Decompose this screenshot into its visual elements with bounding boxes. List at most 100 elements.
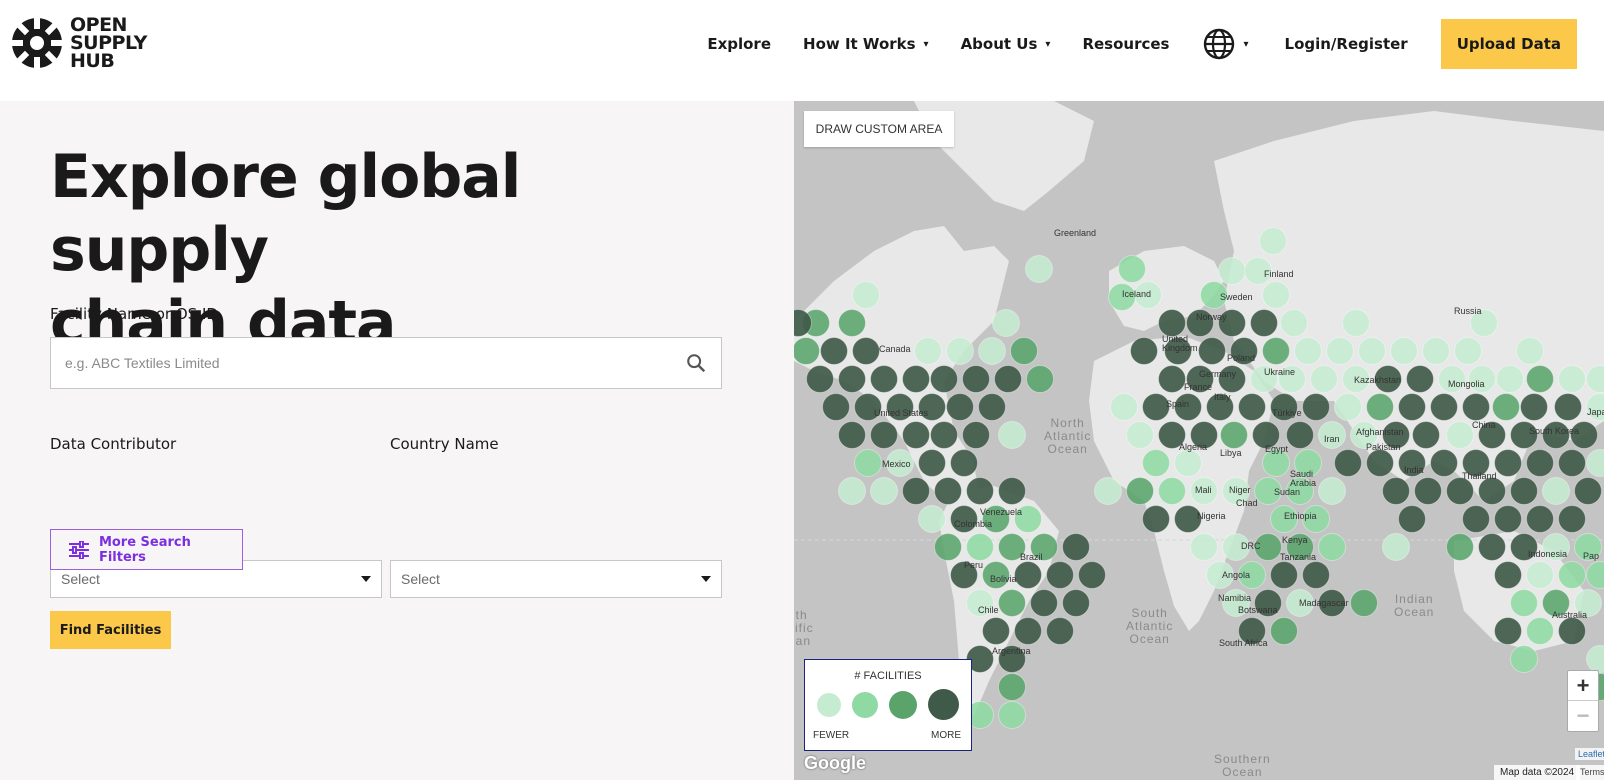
- facility-cluster[interactable]: [1262, 281, 1290, 309]
- facility-cluster[interactable]: [998, 701, 1026, 729]
- facility-cluster[interactable]: [1334, 393, 1362, 421]
- facility-cluster[interactable]: [930, 365, 958, 393]
- facility-cluster[interactable]: [1462, 393, 1490, 421]
- facility-cluster[interactable]: [902, 421, 930, 449]
- facility-cluster[interactable]: [1130, 337, 1158, 365]
- facility-cluster[interactable]: [1586, 645, 1604, 673]
- facility-cluster[interactable]: [1494, 449, 1522, 477]
- leaflet-attribution-link[interactable]: Leaflet: [1575, 748, 1604, 760]
- facility-cluster[interactable]: [1558, 505, 1586, 533]
- facility-cluster[interactable]: [1259, 227, 1287, 255]
- more-search-filters-button[interactable]: More Search Filters: [50, 529, 243, 570]
- facility-cluster[interactable]: [998, 589, 1026, 617]
- facility-cluster[interactable]: [1520, 393, 1548, 421]
- facility-cluster[interactable]: [1454, 337, 1482, 365]
- nav-explore[interactable]: Explore: [707, 35, 771, 53]
- facility-cluster[interactable]: [978, 337, 1006, 365]
- facility-cluster[interactable]: [1494, 561, 1522, 589]
- facility-cluster[interactable]: [1492, 393, 1520, 421]
- facility-cluster[interactable]: [1586, 365, 1604, 393]
- facility-cluster[interactable]: [946, 337, 974, 365]
- facility-cluster[interactable]: [992, 309, 1020, 337]
- facility-cluster[interactable]: [1446, 533, 1474, 561]
- facility-cluster[interactable]: [1430, 393, 1458, 421]
- facility-cluster[interactable]: [852, 337, 880, 365]
- facility-cluster[interactable]: [998, 673, 1026, 701]
- facility-cluster[interactable]: [1250, 309, 1278, 337]
- facility-cluster[interactable]: [794, 337, 820, 365]
- facility-cluster[interactable]: [1158, 309, 1186, 337]
- facility-cluster[interactable]: [1542, 477, 1570, 505]
- facility-cluster[interactable]: [838, 421, 866, 449]
- facility-cluster[interactable]: [1218, 257, 1246, 285]
- facility-cluster[interactable]: [806, 365, 834, 393]
- facility-cluster[interactable]: [1158, 365, 1186, 393]
- facility-cluster[interactable]: [1280, 309, 1308, 337]
- facility-cluster[interactable]: [1142, 505, 1170, 533]
- nav-about-us[interactable]: About Us ▾: [961, 35, 1051, 53]
- facility-cluster[interactable]: [918, 505, 946, 533]
- facility-cluster[interactable]: [1030, 589, 1058, 617]
- facility-cluster[interactable]: [1342, 309, 1370, 337]
- facility-cluster[interactable]: [1430, 449, 1458, 477]
- facility-cluster[interactable]: [1478, 533, 1506, 561]
- facility-cluster[interactable]: [1198, 337, 1226, 365]
- facility-cluster[interactable]: [1494, 505, 1522, 533]
- facility-cluster[interactable]: [998, 421, 1026, 449]
- facility-cluster[interactable]: [1494, 617, 1522, 645]
- facility-cluster[interactable]: [1350, 589, 1378, 617]
- nav-login-register[interactable]: Login/Register: [1285, 35, 1408, 53]
- facility-map[interactable]: Greenland Russia Canada United States Me…: [794, 101, 1604, 780]
- facility-cluster[interactable]: [1510, 589, 1538, 617]
- facility-cluster[interactable]: [1046, 617, 1074, 645]
- facility-cluster[interactable]: [1026, 365, 1054, 393]
- facility-cluster[interactable]: [852, 281, 880, 309]
- facility-cluster[interactable]: [1046, 561, 1074, 589]
- facility-cluster[interactable]: [1398, 505, 1426, 533]
- facility-cluster[interactable]: [966, 477, 994, 505]
- facility-cluster[interactable]: [1220, 421, 1248, 449]
- facility-cluster[interactable]: [982, 617, 1010, 645]
- facility-cluster[interactable]: [1526, 449, 1554, 477]
- facility-cluster[interactable]: [1382, 477, 1410, 505]
- upload-data-button[interactable]: Upload Data: [1440, 19, 1577, 69]
- facility-cluster[interactable]: [1422, 337, 1450, 365]
- facility-cluster[interactable]: [838, 309, 866, 337]
- facility-cluster[interactable]: [1526, 365, 1554, 393]
- facility-cluster[interactable]: [1366, 449, 1394, 477]
- facility-cluster[interactable]: [1025, 255, 1053, 283]
- facility-cluster[interactable]: [1390, 337, 1418, 365]
- facility-cluster[interactable]: [1126, 421, 1154, 449]
- facility-cluster[interactable]: [930, 421, 958, 449]
- facility-cluster[interactable]: [962, 421, 990, 449]
- facility-cluster[interactable]: [914, 337, 942, 365]
- facility-cluster[interactable]: [950, 449, 978, 477]
- facility-cluster[interactable]: [1062, 589, 1090, 617]
- facility-cluster[interactable]: [902, 365, 930, 393]
- facility-cluster[interactable]: [1526, 505, 1554, 533]
- facility-cluster[interactable]: [966, 533, 994, 561]
- nav-resources[interactable]: Resources: [1082, 35, 1169, 53]
- facility-cluster[interactable]: [1526, 617, 1554, 645]
- facility-cluster[interactable]: [870, 477, 898, 505]
- nav-how-it-works[interactable]: How It Works ▾: [803, 35, 929, 53]
- facility-cluster[interactable]: [1526, 561, 1554, 589]
- facility-cluster[interactable]: [1516, 337, 1544, 365]
- facility-cluster[interactable]: [838, 477, 866, 505]
- facility-cluster[interactable]: [1412, 421, 1440, 449]
- facility-cluster[interactable]: [1366, 393, 1394, 421]
- facility-cluster[interactable]: [994, 365, 1022, 393]
- facility-cluster[interactable]: [1326, 337, 1354, 365]
- facility-cluster[interactable]: [1126, 477, 1154, 505]
- facility-cluster[interactable]: [1118, 255, 1146, 283]
- facility-cluster[interactable]: [1446, 477, 1474, 505]
- facility-cluster[interactable]: [1462, 505, 1490, 533]
- facility-cluster[interactable]: [1406, 365, 1434, 393]
- facility-cluster[interactable]: [1262, 337, 1290, 365]
- facility-cluster[interactable]: [934, 533, 962, 561]
- facility-cluster[interactable]: [822, 393, 850, 421]
- facility-cluster[interactable]: [1270, 561, 1298, 589]
- facility-cluster[interactable]: [1062, 533, 1090, 561]
- facility-cluster[interactable]: [1318, 533, 1346, 561]
- facility-cluster[interactable]: [1510, 477, 1538, 505]
